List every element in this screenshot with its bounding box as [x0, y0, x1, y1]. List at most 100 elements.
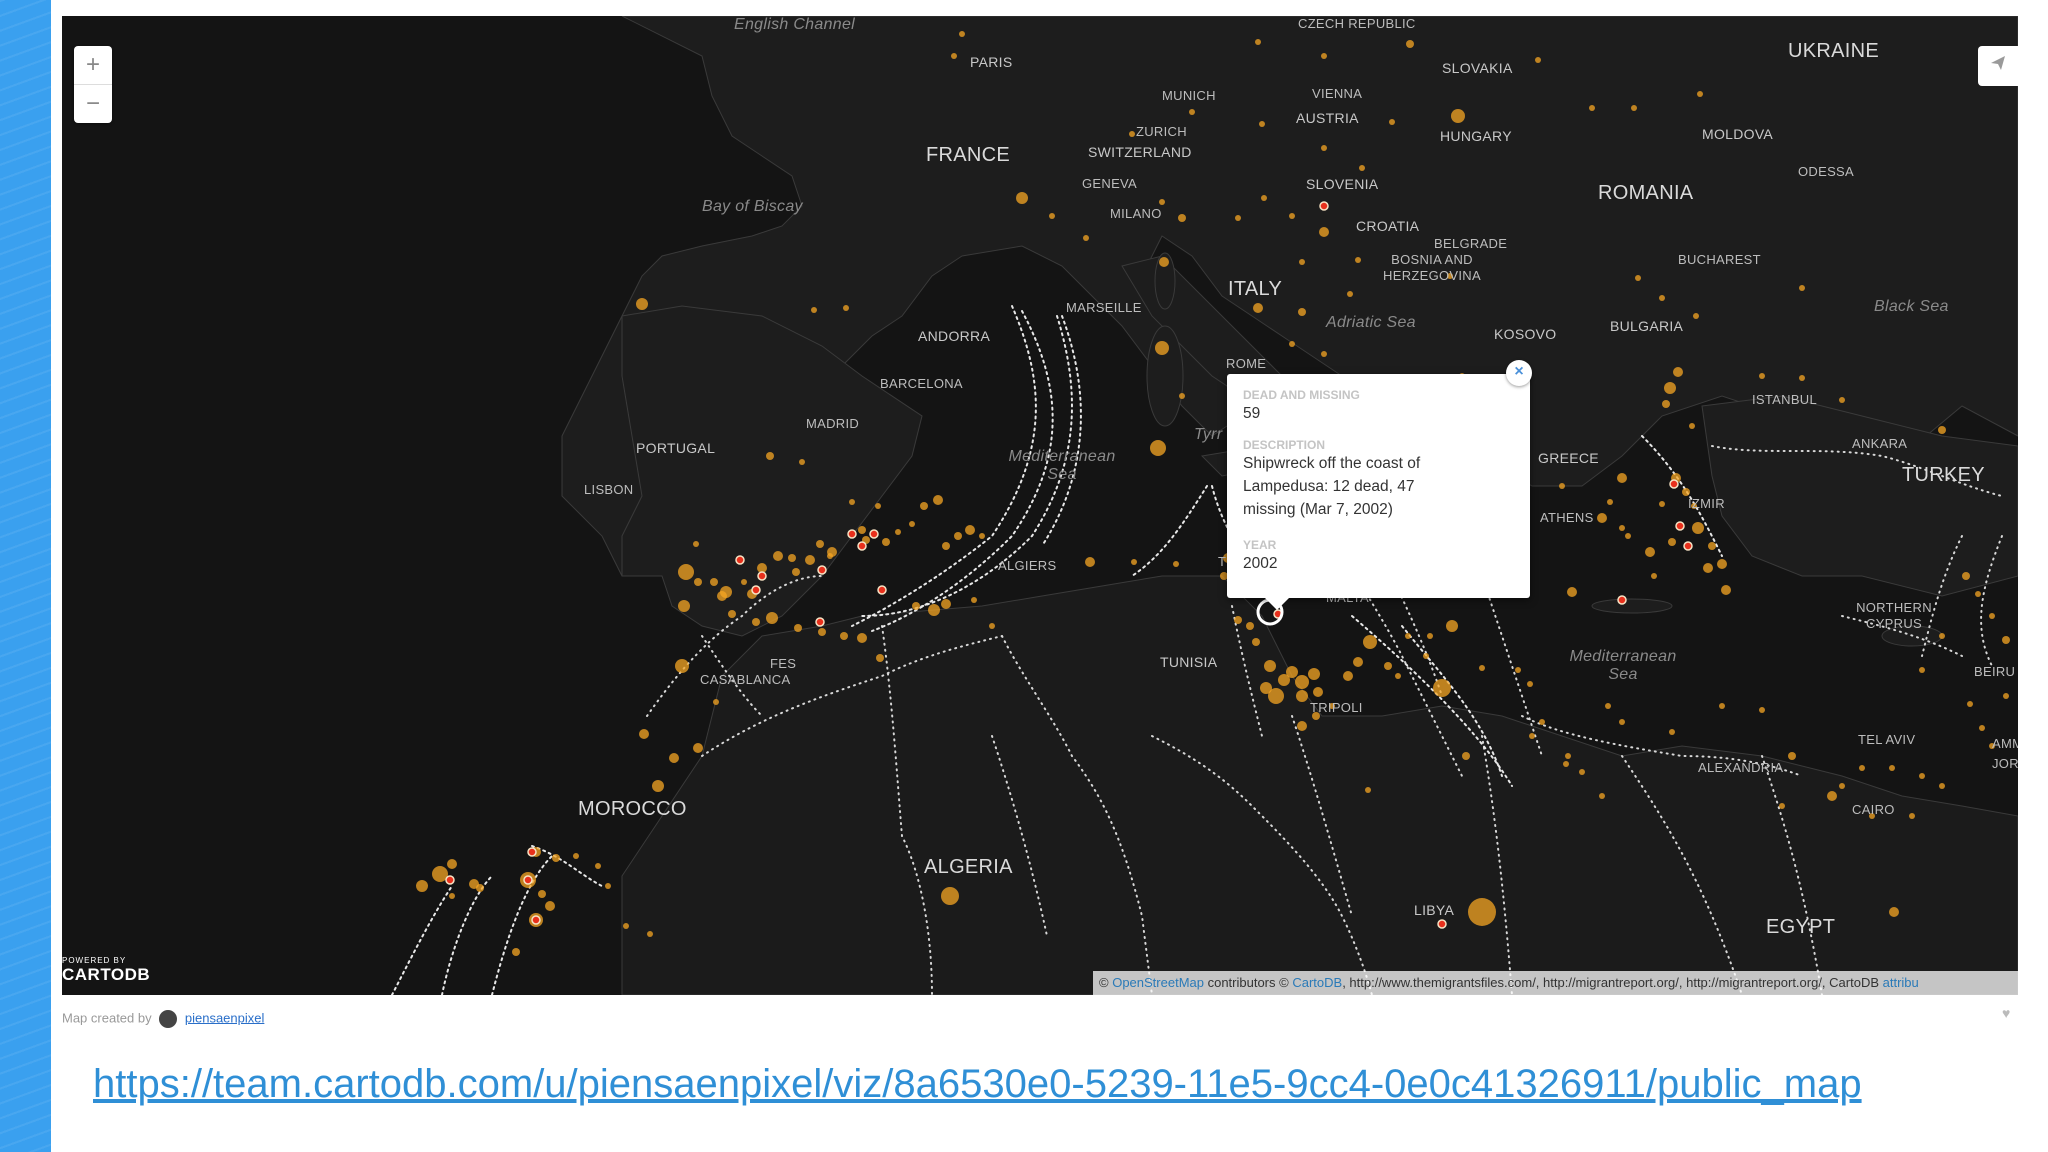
- incident-point[interactable]: [1669, 729, 1675, 735]
- incident-point[interactable]: [636, 298, 648, 310]
- incident-point[interactable]: [1939, 783, 1945, 789]
- incident-point[interactable]: [1384, 662, 1392, 670]
- incident-point-severe[interactable]: [877, 585, 887, 595]
- incident-point[interactable]: [1631, 105, 1637, 111]
- incident-point[interactable]: [1539, 719, 1545, 725]
- incident-point[interactable]: [1427, 633, 1433, 639]
- incident-point[interactable]: [1085, 557, 1095, 567]
- incident-point[interactable]: [1479, 665, 1485, 671]
- incident-point[interactable]: [752, 618, 760, 626]
- incident-point[interactable]: [1286, 666, 1298, 678]
- incident-point[interactable]: [1131, 559, 1137, 565]
- incident-point-severe[interactable]: [1319, 201, 1329, 211]
- incident-point[interactable]: [512, 948, 520, 956]
- incident-point[interactable]: [2003, 693, 2009, 699]
- incident-point[interactable]: [1708, 542, 1716, 550]
- incident-point[interactable]: [1659, 295, 1665, 301]
- incident-point[interactable]: [675, 659, 689, 673]
- incident-point[interactable]: [1255, 39, 1261, 45]
- incident-point[interactable]: [959, 31, 965, 37]
- incident-point[interactable]: [788, 554, 796, 562]
- incident-point[interactable]: [1289, 341, 1295, 347]
- incident-point-severe[interactable]: [757, 571, 767, 581]
- incident-point[interactable]: [1693, 313, 1699, 319]
- incident-point[interactable]: [1155, 341, 1169, 355]
- incident-point[interactable]: [1759, 373, 1765, 379]
- incident-point[interactable]: [1589, 105, 1595, 111]
- incident-point-severe[interactable]: [1617, 595, 1627, 605]
- incident-point[interactable]: [1319, 227, 1329, 237]
- incident-point[interactable]: [1717, 559, 1727, 569]
- incident-point[interactable]: [1919, 773, 1925, 779]
- incident-point[interactable]: [1049, 213, 1055, 219]
- incident-point[interactable]: [1703, 563, 1713, 573]
- attribution-link[interactable]: attribu: [1883, 975, 1919, 990]
- incident-point[interactable]: [1159, 257, 1169, 267]
- incident-point[interactable]: [816, 540, 824, 548]
- incident-point[interactable]: [1359, 165, 1365, 171]
- incident-point[interactable]: [1979, 725, 1985, 731]
- incident-point[interactable]: [639, 729, 649, 739]
- credit-user-link[interactable]: piensaenpixel: [185, 1010, 265, 1025]
- incident-point-severe[interactable]: [735, 555, 745, 565]
- incident-point[interactable]: [1297, 721, 1307, 731]
- incident-point-severe[interactable]: [1683, 541, 1693, 551]
- cartodb-logo[interactable]: POWERED BY CARTODB: [62, 956, 150, 985]
- incident-point[interactable]: [1662, 400, 1670, 408]
- incident-point[interactable]: [1268, 688, 1284, 704]
- incident-point[interactable]: [1178, 214, 1186, 222]
- incident-point[interactable]: [1347, 291, 1353, 297]
- incident-point[interactable]: [1668, 538, 1676, 546]
- incident-point-severe[interactable]: [1437, 919, 1447, 929]
- incident-point[interactable]: [1664, 382, 1676, 394]
- incident-point[interactable]: [741, 579, 747, 585]
- incident-point[interactable]: [1246, 622, 1254, 630]
- map-container[interactable]: English Channel PARIS FRANCE Bay of Bisc…: [62, 16, 2018, 995]
- incident-point[interactable]: [1159, 199, 1165, 205]
- incident-point[interactable]: [1234, 616, 1242, 624]
- incident-point[interactable]: [1462, 752, 1470, 760]
- incident-point[interactable]: [416, 880, 428, 892]
- incident-point[interactable]: [1363, 635, 1377, 649]
- incident-point[interactable]: [1682, 488, 1690, 496]
- incident-point[interactable]: [1173, 561, 1179, 567]
- incident-point[interactable]: [647, 931, 653, 937]
- incident-point[interactable]: [2002, 636, 2010, 644]
- incident-point[interactable]: [941, 599, 951, 609]
- osm-link[interactable]: OpenStreetMap: [1112, 975, 1204, 990]
- incident-point[interactable]: [811, 307, 817, 313]
- incident-point[interactable]: [1313, 687, 1323, 697]
- incident-point[interactable]: [1296, 690, 1308, 702]
- incident-point[interactable]: [1839, 397, 1845, 403]
- incident-point[interactable]: [1719, 703, 1725, 709]
- incident-point[interactable]: [1673, 367, 1683, 377]
- incident-point[interactable]: [1016, 192, 1028, 204]
- incident-point[interactable]: [1759, 707, 1765, 713]
- incident-point[interactable]: [941, 887, 959, 905]
- incident-point[interactable]: [1150, 440, 1166, 456]
- incident-point[interactable]: [1938, 426, 1946, 434]
- incident-point[interactable]: [971, 597, 977, 603]
- public-map-url-link[interactable]: https://team.cartodb.com/u/piensaenpixel…: [93, 1062, 1862, 1107]
- incident-point[interactable]: [595, 863, 601, 869]
- incident-point[interactable]: [573, 853, 579, 859]
- incident-point[interactable]: [1433, 679, 1451, 697]
- incident-point[interactable]: [1635, 275, 1641, 281]
- incident-point[interactable]: [1989, 613, 1995, 619]
- incident-point-severe[interactable]: [857, 541, 867, 551]
- incident-point-severe[interactable]: [1675, 521, 1685, 531]
- incident-point[interactable]: [1298, 308, 1306, 316]
- incident-point[interactable]: [1308, 668, 1320, 680]
- incident-point[interactable]: [710, 578, 718, 586]
- incident-point[interactable]: [713, 699, 719, 705]
- incident-point[interactable]: [1565, 753, 1571, 759]
- incident-point[interactable]: [1651, 573, 1657, 579]
- incident-point[interactable]: [818, 628, 826, 636]
- incident-point-severe[interactable]: [527, 847, 537, 857]
- incident-point[interactable]: [979, 533, 985, 539]
- incident-point[interactable]: [849, 499, 855, 505]
- incident-point[interactable]: [1406, 40, 1414, 48]
- incident-point[interactable]: [669, 753, 679, 763]
- incident-point[interactable]: [954, 532, 962, 540]
- incident-point[interactable]: [1365, 787, 1371, 793]
